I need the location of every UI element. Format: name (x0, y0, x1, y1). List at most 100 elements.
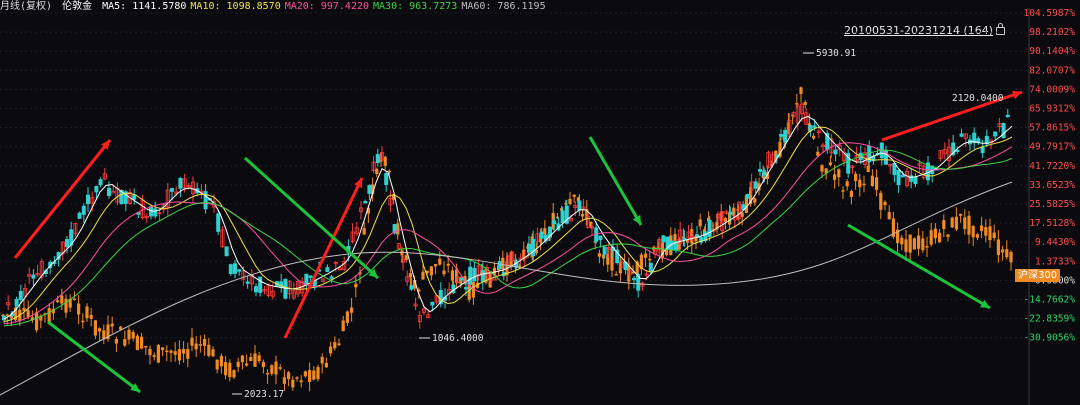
index-candle (140, 336, 144, 349)
y-tick-label: -30.9056% (1024, 333, 1076, 344)
index-candle (803, 102, 807, 105)
index-candle (1009, 251, 1013, 263)
index-candle (404, 255, 408, 260)
index-candle (442, 270, 446, 275)
candle (497, 261, 502, 270)
index-candle (35, 312, 39, 331)
index-candle (81, 320, 85, 323)
index-candle (215, 359, 219, 370)
price-annotation: 2120.0400 (952, 93, 1004, 104)
index-candle (942, 220, 946, 230)
index-candle (60, 295, 64, 304)
candle (409, 285, 414, 290)
candle (232, 263, 237, 274)
y-tick-label: 25.5825% (1029, 199, 1075, 210)
candle (728, 211, 733, 215)
candle (107, 187, 112, 196)
candle (648, 262, 653, 273)
candle (472, 268, 477, 282)
trend-up-arrow (283, 177, 364, 339)
price-annotation: 5930.91 (816, 48, 856, 59)
index-candle (64, 298, 68, 313)
index-candle (173, 351, 177, 355)
index-candle (568, 198, 572, 204)
index-candle (278, 367, 282, 369)
index-candle (879, 192, 883, 210)
index-candle (904, 239, 908, 252)
index-candle (396, 223, 400, 235)
index-candle (946, 234, 950, 237)
index-candle (324, 362, 328, 368)
index-candle (954, 216, 958, 230)
index-candle (828, 162, 832, 166)
index-candle (224, 362, 228, 376)
candle (577, 200, 582, 211)
candle (153, 208, 158, 217)
candle (598, 235, 603, 241)
candle (363, 201, 368, 204)
candle (430, 301, 435, 306)
index-candle (753, 198, 757, 203)
index-candle (938, 232, 942, 243)
index-candle (98, 328, 102, 332)
index-candle (673, 234, 677, 241)
index-candle (917, 235, 921, 249)
index-candle (203, 338, 207, 346)
index-candle (165, 350, 169, 353)
index-candle (161, 347, 165, 351)
index-candle (543, 228, 547, 235)
index-candle (131, 332, 135, 339)
index-candle (1001, 249, 1005, 253)
candle (527, 243, 532, 253)
candle (1001, 123, 1006, 139)
index-candle (950, 217, 954, 228)
candle (31, 274, 36, 279)
index-candle (644, 253, 648, 258)
y-tick-label: 9.4430% (1035, 237, 1075, 248)
index-candle (148, 348, 152, 356)
index-candle (345, 311, 349, 323)
index-candle (329, 346, 333, 354)
candle (279, 281, 284, 288)
candle (81, 205, 86, 215)
index-candle (912, 238, 916, 250)
y-tick-label: 49.7917% (1029, 142, 1075, 153)
index-candle (308, 370, 312, 383)
index-candle (799, 87, 803, 94)
candle (909, 175, 914, 182)
candle (98, 179, 103, 186)
index-candle (383, 156, 387, 166)
candle (258, 276, 263, 293)
index-candle (614, 273, 618, 276)
index-candle (900, 237, 904, 245)
index-candle (144, 346, 148, 348)
candle (65, 238, 70, 248)
index-candle (249, 356, 253, 361)
y-tick-label: -14.7662% (1024, 295, 1076, 306)
candle (18, 291, 23, 300)
index-candle (446, 263, 450, 266)
y-tick-label: 17.5128% (1029, 218, 1075, 229)
index-candle (207, 344, 211, 356)
candle (900, 175, 905, 178)
candle (560, 210, 565, 224)
candle (77, 212, 82, 219)
index-candle (291, 379, 295, 388)
index-candle (114, 338, 118, 344)
candle (980, 146, 985, 154)
candlestick-chart[interactable]: 104.5987% 98.2102% 90.1404% 82.0707% 74.0009… (0, 0, 1080, 405)
candle (178, 177, 183, 189)
candle (463, 287, 468, 290)
candle (602, 246, 607, 255)
index-candle (833, 174, 837, 180)
index-candle (312, 370, 316, 380)
y-tick-label: 1.3733% (1035, 256, 1075, 267)
index-candle (261, 361, 265, 368)
candle (367, 185, 372, 194)
candle (169, 188, 174, 192)
candle (253, 286, 258, 293)
index-candle (887, 212, 891, 220)
candle (1005, 114, 1010, 118)
index-candle (240, 355, 244, 363)
index-candle (228, 362, 232, 378)
